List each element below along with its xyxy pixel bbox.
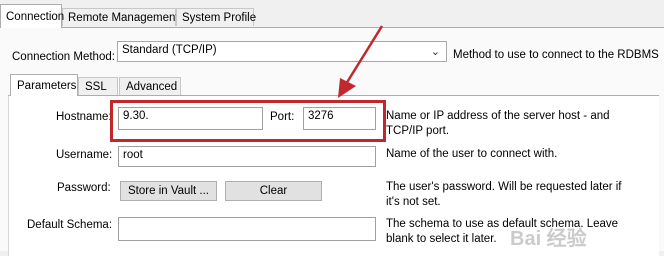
hostname-label: Hostname: <box>56 111 112 123</box>
hostname-description: Name or IP address of the server host - … <box>386 110 610 137</box>
password-description: The user's password. Will be requested l… <box>386 181 622 208</box>
tab-ssl[interactable]: SSL <box>78 77 118 95</box>
tab-remote-management[interactable]: Remote Management <box>62 8 179 26</box>
password-label: Password: <box>57 182 111 194</box>
store-in-vault-button[interactable]: Store in Vault ... <box>120 181 217 201</box>
username-label: Username: <box>56 149 113 161</box>
default-schema-input[interactable] <box>118 217 376 241</box>
tab-system-profile[interactable]: System Profile <box>176 8 256 26</box>
default-schema-label: Default Schema: <box>27 219 113 231</box>
highlight-box <box>110 100 386 142</box>
tab-parameters[interactable]: Parameters <box>10 74 78 96</box>
username-input[interactable]: root <box>118 146 376 167</box>
tab-connection[interactable]: Connection <box>0 4 64 28</box>
connection-method-description: Method to use to connect to the RDBMS <box>453 49 659 61</box>
connection-method-label: Connection Method: <box>12 51 115 63</box>
clear-button[interactable]: Clear <box>225 181 322 201</box>
username-description: Name of the user to connect with. <box>386 148 558 160</box>
tab-advanced[interactable]: Advanced <box>119 77 181 95</box>
chevron-down-icon: ⌄ <box>430 46 440 58</box>
connection-method-select[interactable]: Standard (TCP/IP) ⌄ <box>117 41 447 62</box>
watermark-logo: Bai 经验 <box>510 228 587 250</box>
annotation-arrow <box>338 25 384 98</box>
connection-method-value: Standard (TCP/IP) <box>122 44 217 56</box>
